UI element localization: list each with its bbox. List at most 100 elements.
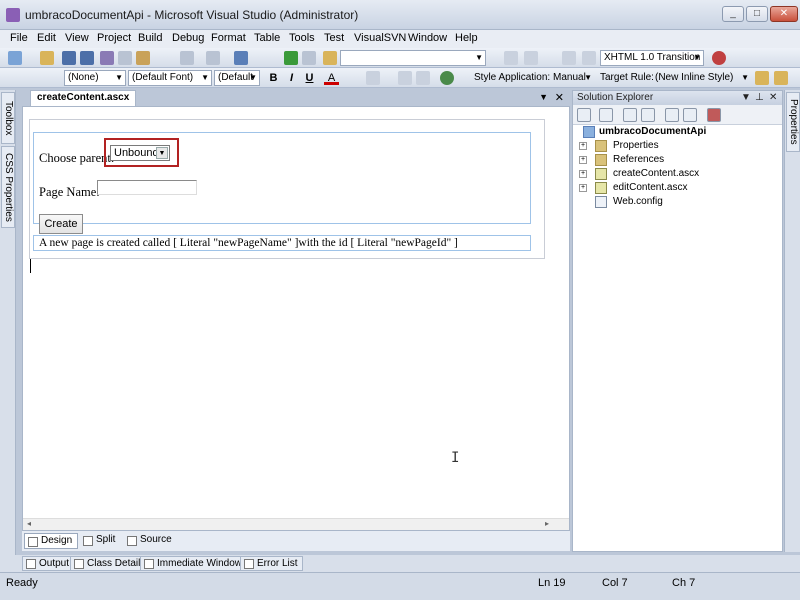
copy-icon[interactable]: [118, 51, 132, 65]
tree-item-editcontent[interactable]: + editContent.ascx: [579, 181, 769, 195]
menu-tools[interactable]: Tools: [289, 32, 315, 44]
expand-icon[interactable]: +: [579, 184, 587, 192]
align-icon[interactable]: [366, 71, 380, 85]
parent-select[interactable]: Unbound ▼: [110, 145, 170, 161]
menu-debug[interactable]: Debug: [172, 32, 204, 44]
visualsvn-icon[interactable]: [707, 108, 721, 122]
title-bar: umbracoDocumentApi - Microsoft Visual St…: [0, 0, 800, 30]
design-view-button[interactable]: Design: [24, 533, 79, 549]
close-document-icon[interactable]: ✕: [555, 91, 564, 104]
start-debug-icon[interactable]: [284, 51, 298, 65]
output-tab[interactable]: Output: [22, 556, 75, 571]
find-icon[interactable]: [302, 51, 316, 65]
font-color-button[interactable]: A: [324, 71, 339, 85]
menu-test[interactable]: Test: [324, 32, 344, 44]
css-properties-tab[interactable]: CSS Properties: [1, 146, 15, 228]
split-view-button[interactable]: Split: [80, 533, 120, 549]
design-surface[interactable]: Choose parent: Unbound ▼ Page Name: Crea…: [22, 106, 570, 531]
doctype-combo[interactable]: XHTML 1.0 Transition ▼: [600, 50, 704, 66]
tree-item-createcontent[interactable]: + createContent.ascx: [579, 167, 769, 181]
horizontal-scrollbar[interactable]: ◂ ▸: [23, 518, 569, 530]
status-column: Col 7: [602, 577, 628, 589]
minimize-button[interactable]: _: [722, 6, 744, 22]
format-icon-2[interactable]: [524, 51, 538, 65]
hyperlink-icon[interactable]: [440, 71, 454, 85]
expand-icon[interactable]: +: [579, 142, 587, 150]
format-icon-3[interactable]: [562, 51, 576, 65]
menu-window[interactable]: Window: [408, 32, 447, 44]
create-button[interactable]: Create: [39, 214, 83, 234]
menu-file[interactable]: File: [10, 32, 28, 44]
open-file-icon[interactable]: [40, 51, 54, 65]
font-value: (Default Font): [132, 72, 194, 83]
ascx-file-icon: [595, 182, 607, 194]
apply-style-icon[interactable]: [755, 71, 769, 85]
error-list-tab[interactable]: Error List: [240, 556, 303, 571]
validation-icon[interactable]: [712, 51, 726, 65]
menu-project[interactable]: Project: [97, 32, 131, 44]
tab-createcontent[interactable]: createContent.ascx: [30, 90, 137, 106]
italic-button[interactable]: I: [284, 71, 299, 85]
nest-files-icon[interactable]: [641, 108, 655, 122]
tree-item-webconfig[interactable]: Web.config: [579, 195, 769, 209]
bold-button[interactable]: B: [266, 71, 281, 85]
style-application-combo[interactable]: Manual ▼: [549, 70, 595, 86]
menu-help[interactable]: Help: [455, 32, 478, 44]
menu-edit[interactable]: Edit: [37, 32, 56, 44]
design-view-label: Design: [41, 535, 73, 546]
menu-visualsvn[interactable]: VisualSVN: [354, 32, 406, 44]
solution-platform-combo[interactable]: ▼: [340, 50, 486, 66]
target-rule-combo[interactable]: (New Inline Style) ▼: [651, 70, 752, 86]
block-format-combo[interactable]: (None) ▼: [64, 70, 126, 86]
underline-button[interactable]: U: [302, 71, 317, 85]
manage-styles-icon[interactable]: [774, 71, 788, 85]
tree-item-properties[interactable]: + Properties: [579, 139, 769, 153]
view-designer-icon[interactable]: [683, 108, 697, 122]
page-name-input[interactable]: [97, 180, 197, 195]
new-project-icon[interactable]: [8, 51, 22, 65]
solution-config-icon[interactable]: [323, 51, 337, 65]
page-name-label: Page Name:: [39, 185, 100, 199]
format-icon-1[interactable]: [504, 51, 518, 65]
navigate-icon[interactable]: [234, 51, 248, 65]
view-code-icon[interactable]: [665, 108, 679, 122]
properties-icon[interactable]: [577, 108, 591, 122]
menu-view[interactable]: View: [65, 32, 89, 44]
window-position-icon[interactable]: ▼: [539, 92, 548, 102]
panel-menu-icon[interactable]: ▼: [741, 91, 751, 104]
menu-build[interactable]: Build: [138, 32, 162, 44]
format-icon-4[interactable]: [582, 51, 596, 65]
numbering-icon[interactable]: [416, 71, 430, 85]
maximize-button[interactable]: □: [746, 6, 768, 22]
expand-icon[interactable]: +: [579, 156, 587, 164]
refresh-icon[interactable]: [623, 108, 637, 122]
menu-format[interactable]: Format: [211, 32, 246, 44]
undo-icon[interactable]: [180, 51, 194, 65]
save-all-icon[interactable]: [80, 51, 94, 65]
font-size-combo[interactable]: (Default ▼: [214, 70, 260, 86]
class-details-tab[interactable]: Class Details: [70, 556, 151, 571]
scroll-left-icon[interactable]: ◂: [27, 519, 31, 528]
dropdown-arrow-icon[interactable]: ▼: [156, 147, 168, 159]
expand-icon[interactable]: +: [579, 170, 587, 178]
redo-icon[interactable]: [206, 51, 220, 65]
save-icon[interactable]: [62, 51, 76, 65]
menu-table[interactable]: Table: [254, 32, 280, 44]
paste-icon[interactable]: [136, 51, 150, 65]
pin-icon[interactable]: ⊥: [755, 91, 764, 104]
immediate-window-tab[interactable]: Immediate Window: [140, 556, 248, 571]
scroll-right-icon[interactable]: ▸: [545, 519, 549, 528]
close-button[interactable]: ✕: [770, 6, 798, 22]
toolbox-tab[interactable]: Toolbox: [1, 92, 15, 144]
source-view-button[interactable]: Source: [124, 533, 177, 549]
close-panel-icon[interactable]: ✕: [769, 91, 777, 104]
properties-tab[interactable]: Properties: [786, 92, 800, 152]
font-combo[interactable]: (Default Font) ▼: [128, 70, 212, 86]
tree-project[interactable]: umbracoDocumentApi: [583, 125, 773, 139]
bullets-icon[interactable]: [398, 71, 412, 85]
cut-icon[interactable]: [100, 51, 114, 65]
source-icon: [127, 536, 137, 546]
show-all-files-icon[interactable]: [599, 108, 613, 122]
tree-item-references[interactable]: + References: [579, 153, 769, 167]
folder-icon: [595, 140, 607, 152]
